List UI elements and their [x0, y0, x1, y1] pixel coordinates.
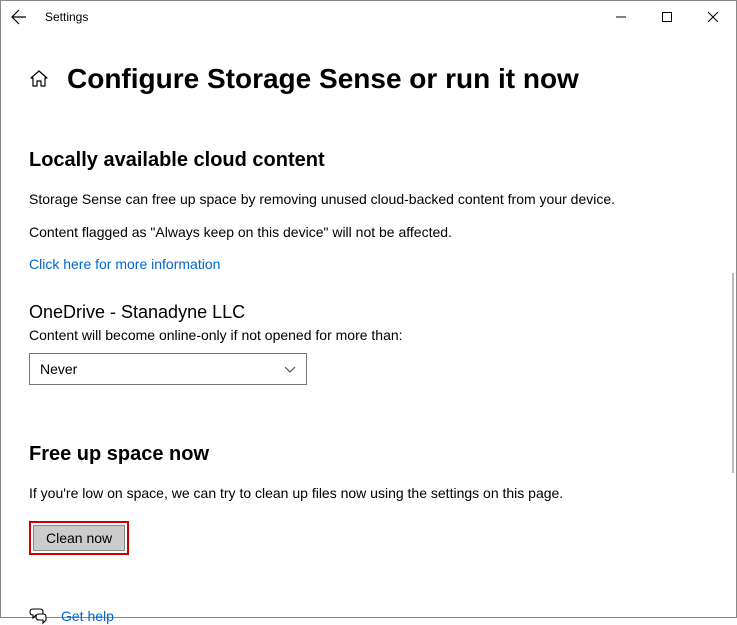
dropdown-selected: Never	[40, 361, 77, 377]
chevron-down-icon	[284, 363, 296, 375]
page-header: Configure Storage Sense or run it now	[29, 63, 708, 95]
page-title: Configure Storage Sense or run it now	[67, 63, 579, 95]
window-controls	[598, 1, 736, 33]
scrollbar[interactable]	[732, 273, 734, 473]
home-icon[interactable]	[29, 69, 49, 89]
onedrive-account-desc: Content will become online-only if not o…	[29, 327, 708, 343]
cloud-desc-2: Content flagged as "Always keep on this …	[29, 223, 708, 242]
minimize-icon	[616, 12, 626, 22]
more-info-link[interactable]: Click here for more information	[29, 256, 220, 272]
frequency-dropdown[interactable]: Never	[29, 353, 307, 385]
section-cloud-title: Locally available cloud content	[29, 149, 708, 172]
clean-now-button[interactable]: Clean now	[33, 525, 125, 551]
clean-now-highlight: Clean now	[29, 521, 129, 555]
back-arrow-icon	[11, 9, 27, 25]
free-up-desc: If you're low on space, we can try to cl…	[29, 484, 708, 503]
app-title: Settings	[45, 10, 88, 24]
cloud-desc-1: Storage Sense can free up space by remov…	[29, 190, 708, 209]
titlebar-left: Settings	[9, 7, 88, 27]
onedrive-account-title: OneDrive - Stanadyne LLC	[29, 302, 708, 323]
get-help-link[interactable]: Get help	[61, 608, 114, 624]
maximize-icon	[662, 12, 672, 22]
titlebar: Settings	[1, 1, 736, 33]
help-icon	[29, 607, 47, 625]
maximize-button[interactable]	[644, 1, 690, 33]
back-button[interactable]	[9, 7, 29, 27]
close-button[interactable]	[690, 1, 736, 33]
section-free-up: Free up space now If you're low on space…	[29, 443, 708, 555]
minimize-button[interactable]	[598, 1, 644, 33]
content-area: Configure Storage Sense or run it now Lo…	[1, 33, 736, 625]
close-icon	[708, 12, 718, 22]
free-up-title: Free up space now	[29, 443, 708, 466]
help-row: Get help	[29, 607, 708, 625]
